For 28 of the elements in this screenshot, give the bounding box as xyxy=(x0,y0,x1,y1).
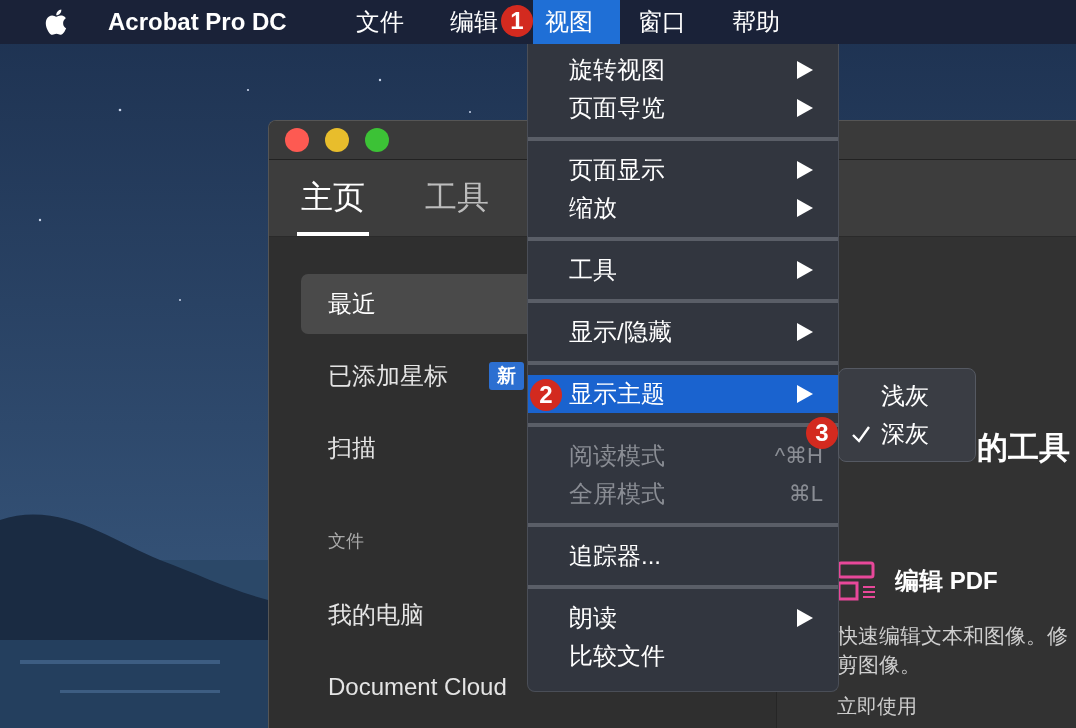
menu-item[interactable]: 页面显示 xyxy=(528,151,838,189)
menu-item[interactable]: 缩放 xyxy=(528,189,838,227)
edit-pdf-icon xyxy=(837,561,877,601)
sidebar-item[interactable]: 已添加星标 xyxy=(301,346,475,406)
menu-bar-item[interactable]: 文件 xyxy=(338,0,404,44)
menu-item[interactable]: 比较文件 xyxy=(528,637,838,675)
close-button[interactable] xyxy=(285,128,309,152)
menu-item[interactable]: 旋转视图 xyxy=(528,51,838,89)
zoom-button[interactable] xyxy=(365,128,389,152)
tool-title: 编辑 PDF xyxy=(895,566,998,596)
menu-bar-item[interactable]: 帮助 xyxy=(714,0,780,44)
menu-item[interactable]: 页面导览 xyxy=(528,89,838,127)
section-label: 文件 xyxy=(327,530,365,553)
menu-item[interactable]: 浅灰 xyxy=(839,377,975,415)
tab[interactable]: 工具 xyxy=(421,160,493,236)
new-badge: 新 xyxy=(489,362,524,390)
section-heading: 的工具 xyxy=(977,429,1070,467)
menu-item[interactable]: 深灰 xyxy=(839,415,975,453)
menu-item[interactable]: 追踪器... xyxy=(528,537,838,575)
app-name[interactable]: Acrobat Pro DC xyxy=(108,8,338,36)
use-now-link[interactable]: 立即使用 xyxy=(837,693,917,720)
menu-bar-item[interactable]: 视图 xyxy=(533,0,620,44)
menu-bar-item[interactable]: 编辑 xyxy=(432,0,498,44)
sidebar-item[interactable]: 扫描 xyxy=(301,418,403,478)
minimize-button[interactable] xyxy=(325,128,349,152)
menu-bar-item[interactable]: 窗口 xyxy=(620,0,686,44)
menu-item[interactable]: 朗读 xyxy=(528,599,838,637)
sidebar-item[interactable]: 我的电脑 xyxy=(301,585,451,645)
